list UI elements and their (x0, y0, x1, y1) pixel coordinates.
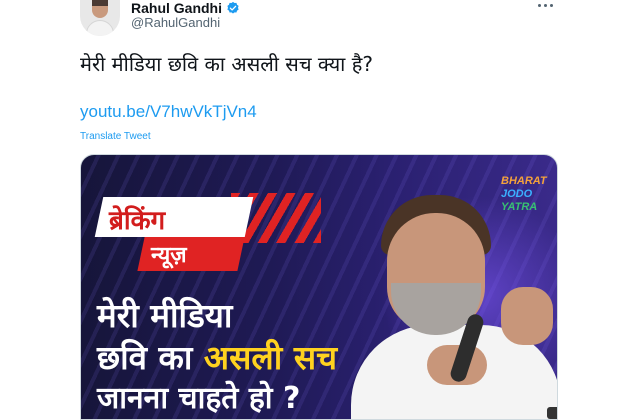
news-badge-text: न्यूज़ (151, 243, 187, 268)
tweet-text: मेरी मीडिया छवि का असली सच क्या है? (80, 52, 373, 76)
tweet: Rahul Gandhi @RahulGandhi मेरी मीडिया छव… (0, 0, 630, 420)
more-dot (538, 4, 541, 7)
headline-line-3: जानना चाहते हो ? (97, 381, 301, 416)
more-options-icon[interactable] (538, 4, 553, 7)
breaking-badge-text: ब्रेकिंग (109, 206, 166, 236)
speaker-photo (351, 195, 557, 419)
logo-line-1: BHARAT (501, 175, 547, 187)
translate-tweet-link[interactable]: Translate Tweet (80, 131, 151, 142)
headline-line-1: मेरी मीडिया (97, 296, 233, 335)
avatar-shirt (86, 20, 114, 36)
wristwatch-icon (547, 407, 557, 419)
media-thumbnail[interactable]: ब्रेकिंग न्यूज़ BHARAT JODO YATRA मेरी म… (80, 154, 558, 420)
headline-line-2: छवि का असली सच (97, 337, 337, 379)
headline-highlight: असली सच (203, 338, 338, 377)
more-dot (550, 4, 553, 7)
speaker-hand (501, 287, 553, 345)
avatar[interactable] (80, 0, 120, 36)
more-dot (544, 4, 547, 7)
verified-badge-icon (227, 1, 239, 14)
avatar-hair (92, 0, 108, 6)
author-name-row: Rahul Gandhi (131, 0, 240, 16)
author-display-name[interactable]: Rahul Gandhi (131, 0, 222, 16)
headline-line-2-prefix: छवि का (97, 338, 204, 377)
author-handle[interactable]: @RahulGandhi (131, 15, 220, 30)
tweet-link[interactable]: youtu.be/V7hwVkTjVn4 (80, 102, 257, 122)
thumbnail-headline: मेरी मीडिया छवि का असली सच जानना चाहते ह… (97, 295, 337, 419)
